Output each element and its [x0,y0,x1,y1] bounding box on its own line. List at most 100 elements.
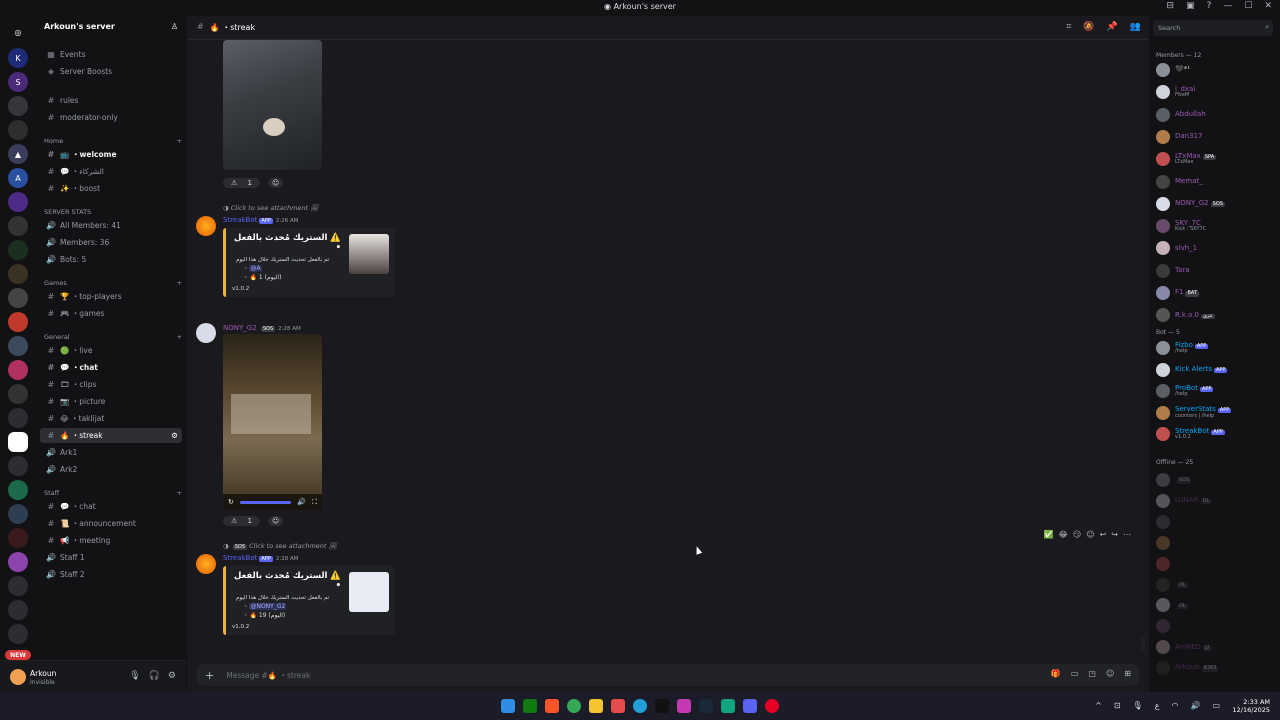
add-channel-icon[interactable]: + [177,279,182,287]
tiktok-icon[interactable] [655,699,669,713]
maximize-button[interactable]: ☐ [1244,1,1252,11]
offline-member-item[interactable]: OL [1156,577,1276,593]
start-icon[interactable] [501,699,515,713]
server-icon[interactable] [8,480,28,500]
server-icon[interactable] [8,552,28,572]
add-attachment-icon[interactable]: + [205,669,214,682]
gear-icon[interactable]: ⚙ [168,671,176,681]
member-item[interactable]: 🖤*¹ [1156,62,1276,78]
add-member-icon[interactable]: ♙ [171,22,178,34]
attachment-image[interactable] [223,40,322,170]
message-author[interactable]: StreakBot APP 2:26 AM [223,216,298,224]
close-button[interactable]: ✕ [1264,1,1272,11]
category-staff[interactable]: Staff + [44,489,182,497]
network-icon[interactable]: ⊡ [1114,701,1121,710]
video-progress-bar[interactable] [239,500,292,504]
volume-icon[interactable]: 🔊 [1190,701,1200,710]
member-item[interactable]: NONY_G2 SOS [1156,196,1276,212]
member-item[interactable]: SKY_7C Kick : SKY7C [1156,218,1276,234]
offline-member-item[interactable] [1156,535,1276,551]
battery-icon[interactable]: ▭ [1212,701,1220,710]
xbox-icon[interactable] [523,699,537,713]
offline-member-item[interactable]: LUNAR OL [1156,493,1276,509]
server-icon[interactable] [8,384,28,404]
inbox-icon[interactable]: ▣ [1186,1,1195,11]
member-list-icon[interactable]: 👥 [1130,22,1141,32]
sticker-icon[interactable]: ◳ [1088,669,1096,678]
folder-icon[interactable] [589,699,603,713]
server-icon[interactable]: ▲ [8,144,28,164]
channel-boost[interactable]: # ✨ ・boost [40,181,182,196]
server-icon[interactable] [8,312,28,332]
server-icon[interactable] [8,264,28,284]
offline-member-item[interactable] [1156,514,1276,530]
bot-avatar[interactable] [196,554,216,574]
member-item[interactable]: R.k.o.0 عزي [1156,307,1276,323]
server-icon-active[interactable] [8,432,28,452]
gif-icon[interactable]: ▭ [1071,669,1079,678]
server-header[interactable]: Arkoun's server ♙ [36,16,186,40]
channel-staff-2[interactable]: 🔊 Staff 2 [40,567,182,582]
server-icon[interactable] [8,120,28,140]
discord-icon[interactable] [743,699,757,713]
scrollbar[interactable] [1141,636,1145,652]
member-item[interactable]: Abdullah [1156,107,1276,123]
pin-icon[interactable]: ⊟ [1167,1,1175,11]
bot-avatar[interactable] [196,216,216,236]
channel-all-members[interactable]: 🔊 All Members: 41 [40,218,182,233]
server-icon[interactable] [8,216,28,236]
mic-icon[interactable]: 🎙 [129,671,140,681]
headphones-icon[interactable]: 🎧 [149,671,160,681]
channel-taklijat[interactable]: # 😂 ・taklijat [40,411,182,426]
check-reaction-icon[interactable]: ✅ [1044,530,1054,539]
channel-clips[interactable]: # 🎞 ・clips [40,377,182,392]
member-item[interactable]: Memat_ [1156,174,1276,190]
bot-item[interactable]: ServerStats APP counters | /help [1156,405,1276,421]
server-icon[interactable] [8,336,28,356]
channel-ark1[interactable]: 🔊 Ark1 [40,445,182,460]
server-icon[interactable] [8,408,28,428]
channel-staff-1[interactable]: 🔊 Staff 1 [40,550,182,565]
reply-icon[interactable]: ↩ [1100,530,1107,539]
channel-live[interactable]: # 🟢 ・live [40,343,182,358]
emoji-reaction-icon[interactable]: 😏 [1073,530,1081,539]
offline-member-item[interactable] [1156,618,1276,634]
member-item[interactable]: Dan317 [1156,129,1276,145]
wifi-icon[interactable]: ◠ [1171,701,1178,710]
channel-members[interactable]: 🔊 Members: 36 [40,235,182,250]
offline-member-item[interactable]: Arkoun 6363 [1156,660,1276,676]
mic-icon[interactable]: 🎙 [1133,701,1143,710]
category-server-stats[interactable]: SERVER STATS [44,208,182,216]
server-icon[interactable] [8,504,28,524]
channel-top-players[interactable]: # 🏆 ・top-players [40,289,182,304]
reaction[interactable]: ⚠ 1 [223,178,260,188]
pin-icon[interactable]: 📌 [1107,22,1118,32]
add-reaction-icon[interactable]: ☺ [1086,530,1094,539]
embed-thumbnail[interactable] [349,234,389,274]
category-games[interactable]: Games + [44,279,182,287]
settings-icon[interactable]: ⚙ [171,431,178,440]
server-icon[interactable] [8,192,28,212]
server-icon[interactable] [8,576,28,596]
server-icon[interactable] [8,240,28,260]
more-icon[interactable]: ⋯ [1123,530,1131,539]
server-icon[interactable] [8,624,28,644]
emoji-icon[interactable]: ☺ [1106,669,1114,678]
volume-icon[interactable]: 🔊 [297,498,306,506]
server-icon[interactable] [8,528,28,548]
language-icon[interactable]: ع [1155,701,1160,710]
member-item[interactable]: i_dxai FiveM [1156,84,1276,100]
message-input[interactable]: Message #🔥 ・streak [226,670,310,681]
channel-moderator-only[interactable]: # moderator-only [40,110,182,125]
server-icon[interactable]: A [8,168,28,188]
channel-partners[interactable]: # 💬 ・الشركاء [40,164,182,179]
app-icon[interactable] [611,699,625,713]
category-general[interactable]: General + [44,333,182,341]
server-icon[interactable] [8,600,28,620]
gift-icon[interactable]: 🎁 [1051,669,1061,678]
clock[interactable]: 2:33 AM 12/16/2025 [1233,698,1270,715]
message-composer[interactable]: + Message #🔥 ・streak 🎁 ▭ ◳ ☺ ⊞ [197,664,1139,686]
reply-preview[interactable]: ◑ Click to see attachment 🖼 [223,204,318,212]
fullscreen-icon[interactable]: ⛶ [312,498,317,507]
channel-chat[interactable]: # 💬 ・chat [40,360,182,375]
